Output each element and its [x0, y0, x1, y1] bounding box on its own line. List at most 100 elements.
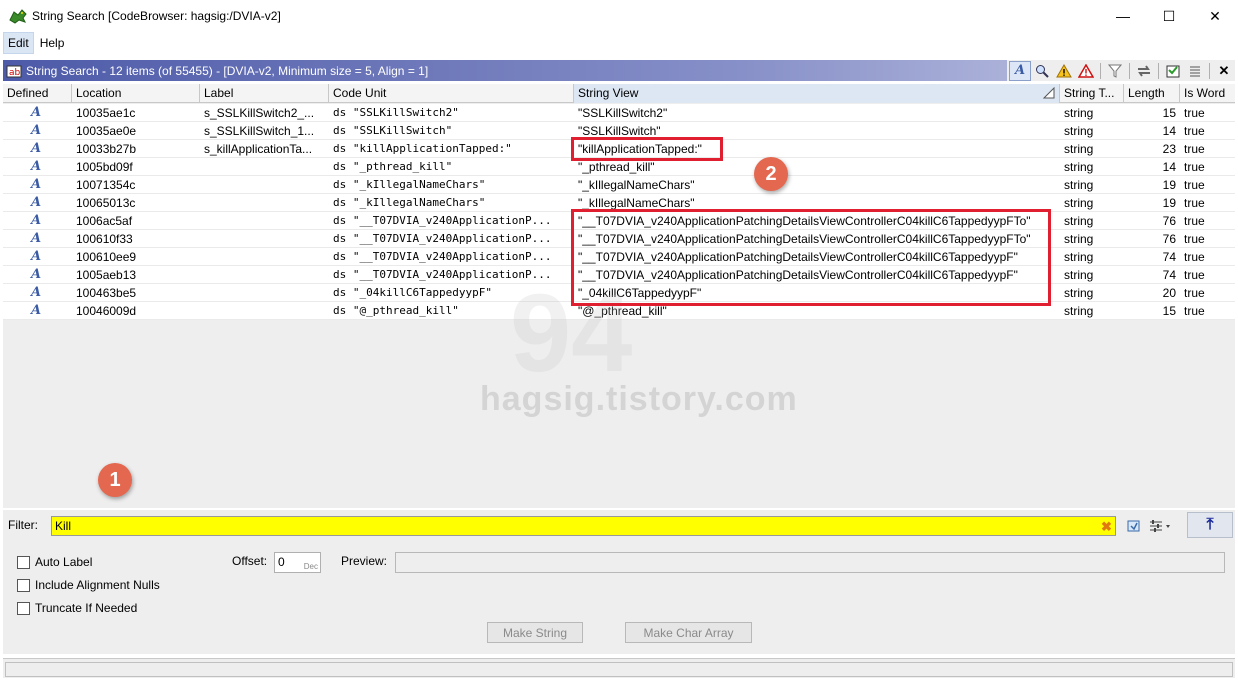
cell-code-unit: ds "_kIllegalNameChars": [333, 178, 486, 191]
cell-location: 10071354c: [76, 178, 136, 192]
offset-unit: Dec: [303, 562, 318, 571]
column-header-defined[interactable]: Defined: [3, 84, 72, 103]
include-alignment-nulls-option[interactable]: Include Alignment Nulls: [17, 578, 160, 592]
cell-string-view: "SSLKillSwitch2": [578, 106, 668, 120]
window-title: String Search [CodeBrowser: hagsig:/DVIA…: [32, 9, 281, 23]
cell-length: 20: [1162, 286, 1176, 300]
cell-location: 10035ae1c: [76, 106, 136, 120]
cell-location: 1005aeb13: [76, 268, 137, 282]
column-header-label[interactable]: Label: [200, 84, 329, 103]
column-header-length[interactable]: Length: [1124, 84, 1180, 103]
defined-string-icon: A: [31, 267, 42, 282]
defined-string-icon: A: [31, 213, 42, 228]
column-header-location[interactable]: Location: [72, 84, 200, 103]
cell-string-view: "_kIllegalNameChars": [578, 178, 695, 192]
close-button[interactable]: ✕: [1192, 0, 1238, 32]
offset-input[interactable]: 0 Dec: [274, 552, 321, 573]
cell-string-type: string: [1064, 286, 1094, 300]
include-alignment-nulls-checkbox[interactable]: [17, 578, 30, 592]
warning-icon[interactable]: [1053, 61, 1075, 81]
cell-is-word: true: [1184, 196, 1205, 210]
cell-is-word: true: [1184, 232, 1205, 246]
cell-string-type: string: [1064, 124, 1094, 138]
cell-code-unit: ds "killApplicationTapped:": [333, 142, 512, 155]
annotation-marker-2: 2: [754, 157, 788, 191]
cell-location: 10033b27b: [76, 142, 137, 156]
string-search-icon: ab: [6, 65, 22, 78]
cell-code-unit: ds "__T07DVIA_v240ApplicationP...: [333, 214, 552, 227]
cell-is-word: true: [1184, 142, 1205, 156]
cell-string-type: string: [1064, 214, 1094, 228]
cell-length: 76: [1162, 214, 1176, 228]
table-row[interactable]: A 10035ae1c s_SSLKillSwitch2_... ds "SSLKil…: [3, 104, 1235, 122]
cell-length: 15: [1162, 106, 1176, 120]
refresh-icon[interactable]: [1133, 61, 1155, 81]
move-to-top-icon[interactable]: ⤒: [1187, 512, 1233, 538]
column-header-string-view[interactable]: String View: [574, 84, 1060, 103]
error-warning-icon[interactable]: [1075, 61, 1097, 81]
list-view-icon[interactable]: [1184, 61, 1206, 81]
auto-label-option[interactable]: Auto Label: [17, 555, 92, 569]
make-char-array-button[interactable]: Make Char Array: [625, 622, 752, 643]
defined-string-icon[interactable]: A: [1009, 60, 1031, 81]
cell-label: s_SSLKillSwitch_1...: [204, 124, 315, 138]
defined-string-icon: A: [31, 303, 42, 318]
column-header-is-word[interactable]: Is Word: [1180, 84, 1235, 103]
menu-bar: Edit Help: [0, 32, 1238, 54]
defined-string-icon: A: [31, 231, 42, 246]
filter-options-icon[interactable]: [1123, 516, 1145, 536]
filter-input[interactable]: [51, 516, 1116, 536]
toolbar-separator: [1158, 62, 1159, 79]
filter-tools: [1123, 516, 1175, 536]
minimize-button[interactable]: —: [1100, 0, 1146, 32]
watermark-text: hagsig.tistory.com: [480, 380, 798, 418]
defined-string-icon: A: [31, 249, 42, 264]
table-row[interactable]: A 10071354c ds "_kIllegalNameChars" "_kIlle…: [3, 176, 1235, 194]
clear-x-icon[interactable]: ✖: [1101, 519, 1112, 535]
defined-string-icon: A: [31, 177, 42, 192]
cell-length: 19: [1162, 196, 1176, 210]
svg-text:ab: ab: [9, 68, 21, 78]
settings-sliders-icon[interactable]: [1145, 516, 1175, 536]
highlight-box-kill-application: [571, 137, 723, 161]
filter-bar: Filter: ✖ ⤒: [3, 510, 1235, 542]
toolbar-separator: [1100, 62, 1101, 79]
auto-label-checkbox[interactable]: [17, 555, 30, 569]
cell-code-unit: ds "__T07DVIA_v240ApplicationP...: [333, 250, 552, 263]
cell-is-word: true: [1184, 124, 1205, 138]
make-string-button[interactable]: Make String: [487, 622, 583, 643]
cell-location: 10046009d: [76, 304, 137, 318]
menu-help[interactable]: Help: [36, 33, 69, 53]
cell-label: [200, 248, 329, 266]
column-header-string-type[interactable]: String T...: [1060, 84, 1124, 103]
cell-label: s_SSLKillSwitch2_...: [204, 106, 315, 120]
cell-label: [200, 158, 329, 176]
sort-indicator-icon: [1043, 87, 1055, 99]
truncate-if-needed-text: Truncate If Needed: [35, 601, 138, 615]
cell-string-type: string: [1064, 142, 1094, 156]
toolbar-separator: [1129, 62, 1130, 79]
cell-length: 76: [1162, 232, 1176, 246]
cell-string-type: string: [1064, 304, 1094, 318]
cell-string-type: string: [1064, 232, 1094, 246]
cell-is-word: true: [1184, 160, 1205, 174]
close-panel-icon[interactable]: ✕: [1213, 61, 1235, 81]
cell-string-type: string: [1064, 160, 1094, 174]
column-header-string-view-label: String View: [578, 86, 639, 100]
maximize-button[interactable]: ☐: [1146, 0, 1192, 32]
defined-string-icon: A: [31, 141, 42, 156]
panel-toolbar: A ✕: [1007, 60, 1235, 81]
panel-title: String Search - 12 items (of 55455) - [D…: [26, 63, 429, 78]
cell-label: [200, 266, 329, 284]
truncate-if-needed-option[interactable]: Truncate If Needed: [17, 601, 137, 615]
column-header-code-unit[interactable]: Code Unit: [329, 84, 574, 103]
search-icon[interactable]: [1031, 61, 1053, 81]
cell-is-word: true: [1184, 106, 1205, 120]
cell-code-unit: ds "_kIllegalNameChars": [333, 196, 486, 209]
make-selection-icon[interactable]: [1162, 61, 1184, 81]
cell-is-word: true: [1184, 214, 1205, 228]
cell-label: [200, 176, 329, 194]
truncate-if-needed-checkbox[interactable]: [17, 601, 30, 615]
menu-edit[interactable]: Edit: [3, 32, 34, 54]
filter-funnel-icon[interactable]: [1104, 61, 1126, 81]
